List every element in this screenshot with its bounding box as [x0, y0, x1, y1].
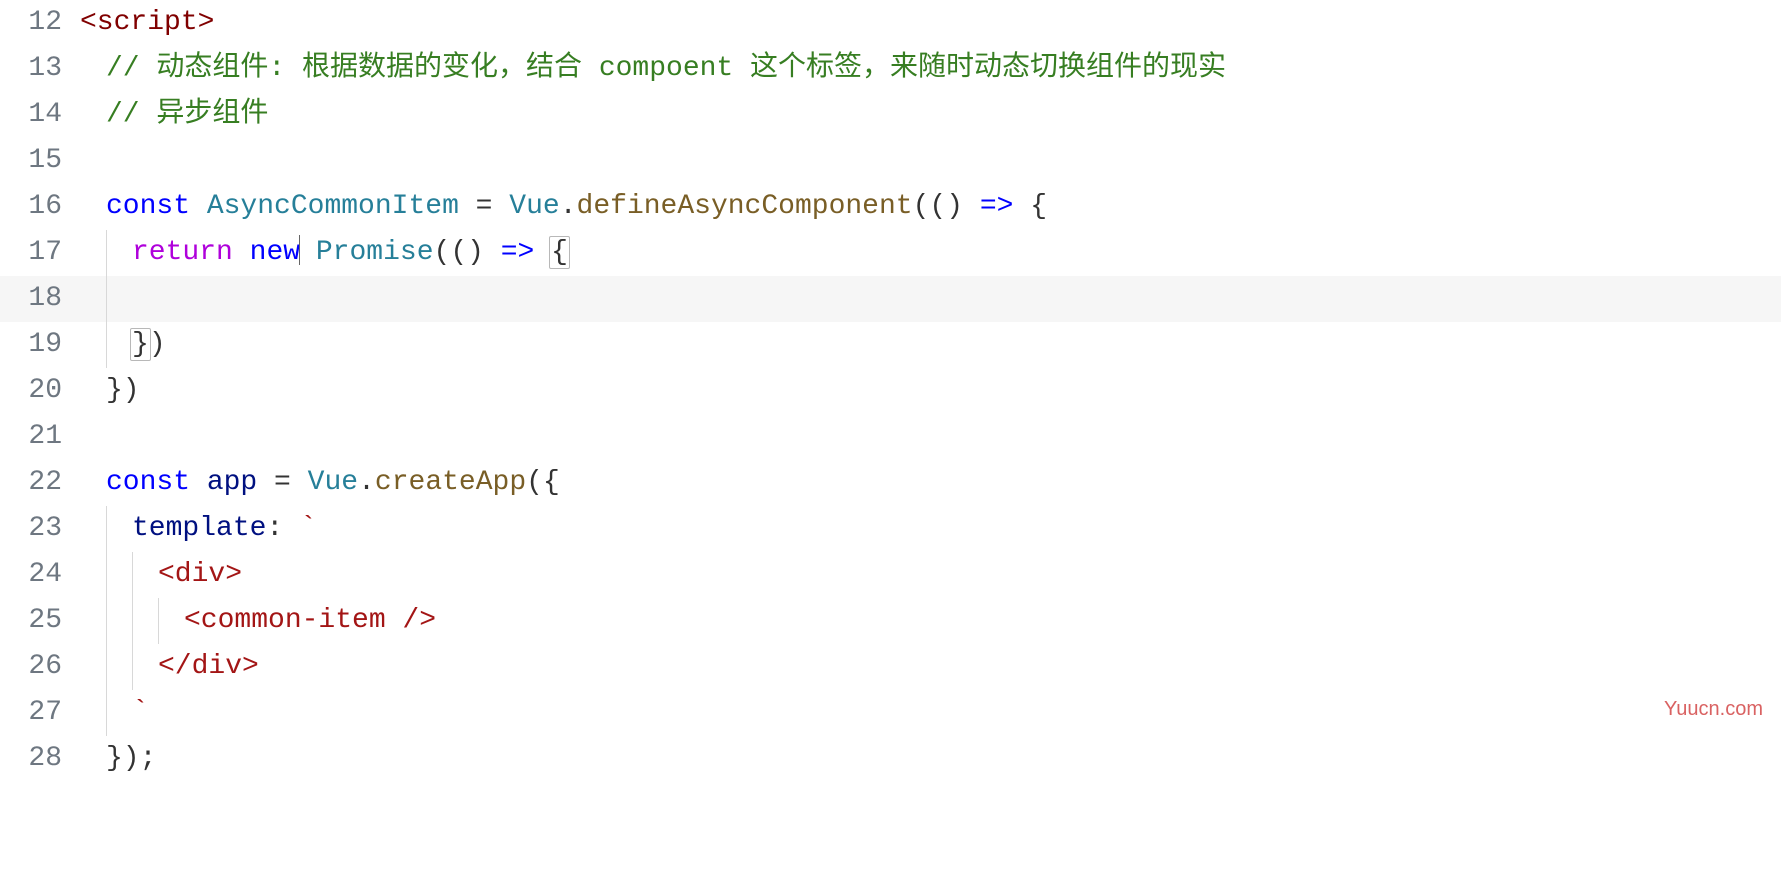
code-line[interactable]: 25 <common-item />	[0, 598, 1781, 644]
line-number: 17	[0, 230, 80, 276]
code-content[interactable]: </div>	[80, 644, 259, 690]
line-number: 28	[0, 736, 80, 782]
code-token: ()	[929, 191, 979, 222]
code-line[interactable]: 27 `	[0, 690, 1781, 736]
code-token	[190, 467, 207, 498]
code-token	[190, 191, 207, 222]
code-token: =	[257, 467, 307, 498]
code-editor[interactable]: 12<script>13 // 动态组件: 根据数据的变化，结合 compoent…	[0, 0, 1781, 782]
code-line[interactable]: 18	[0, 276, 1781, 322]
code-content[interactable]: <common-item />	[80, 598, 436, 644]
code-token: // 动态组件: 根据数据的变化，结合 compoent 这个标签，来随时动态切…	[106, 53, 1226, 84]
line-number: 23	[0, 506, 80, 552]
code-token: }	[130, 328, 151, 361]
code-content[interactable]: <script>	[80, 0, 214, 46]
code-content[interactable]: // 动态组件: 根据数据的变化，结合 compoent 这个标签，来随时动态切…	[80, 46, 1226, 92]
code-token: =>	[980, 191, 1014, 222]
code-token: })	[106, 375, 140, 406]
code-content[interactable]: const AsyncCommonItem = Vue.defineAsyncC…	[80, 184, 1047, 230]
code-content[interactable]	[80, 276, 132, 322]
code-line[interactable]: 16const AsyncCommonItem = Vue.defineAsyn…	[0, 184, 1781, 230]
line-number: 20	[0, 368, 80, 414]
code-content[interactable]: });	[80, 736, 156, 782]
code-line[interactable]: 23template: `	[0, 506, 1781, 552]
code-token: defineAsyncComponent	[577, 191, 913, 222]
code-token: <script>	[80, 7, 214, 38]
code-line[interactable]: 26 </div>	[0, 644, 1781, 690]
code-content[interactable]: const app = Vue.createApp({	[80, 460, 560, 506]
code-line[interactable]: 28});	[0, 736, 1781, 782]
code-token: template	[132, 513, 266, 544]
code-token: (	[913, 191, 930, 222]
code-token: ({	[526, 467, 560, 498]
code-token: =>	[501, 237, 535, 268]
code-line[interactable]: 13 // 动态组件: 根据数据的变化，结合 compoent 这个标签，来随时动…	[0, 46, 1781, 92]
code-line[interactable]: 14 // 异步组件	[0, 92, 1781, 138]
code-content[interactable]: `	[80, 690, 149, 736]
code-content[interactable]: })	[80, 368, 140, 414]
code-token: app	[207, 467, 257, 498]
code-token: createApp	[375, 467, 526, 498]
code-token: Vue	[308, 467, 358, 498]
code-content[interactable]: <div>	[80, 552, 242, 598]
line-number: 26	[0, 644, 80, 690]
line-number: 22	[0, 460, 80, 506]
code-token: Vue	[509, 191, 559, 222]
line-number: 15	[0, 138, 80, 184]
code-token: .	[358, 467, 375, 498]
code-content[interactable]: })	[80, 322, 166, 368]
code-content[interactable]: // 异步组件	[80, 92, 268, 138]
code-token: <common-item />	[184, 605, 436, 636]
code-token: });	[106, 743, 156, 774]
line-number: 21	[0, 414, 80, 460]
code-token: const	[106, 191, 190, 222]
code-token: {	[549, 236, 570, 269]
code-token: </div>	[158, 651, 259, 682]
line-number: 12	[0, 0, 80, 46]
code-token: Promise	[316, 237, 434, 268]
code-token: <div>	[158, 559, 242, 590]
code-line[interactable]: 22const app = Vue.createApp({	[0, 460, 1781, 506]
code-line[interactable]: 17return new Promise(() => {	[0, 230, 1781, 276]
code-token: // 异步组件	[106, 99, 268, 130]
code-token: const	[106, 467, 190, 498]
code-token: (	[434, 237, 451, 268]
code-token: ()	[450, 237, 500, 268]
watermark-label: Yuucn.com	[1664, 686, 1763, 732]
line-number: 13	[0, 46, 80, 92]
code-token: `	[300, 513, 317, 544]
code-content[interactable]: return new Promise(() => {	[80, 230, 568, 276]
code-token: )	[149, 329, 166, 360]
line-number: 25	[0, 598, 80, 644]
code-token: `	[132, 697, 149, 728]
text-cursor	[299, 235, 300, 265]
code-line[interactable]: 19})	[0, 322, 1781, 368]
code-line[interactable]: 12<script>	[0, 0, 1781, 46]
code-token: =	[459, 191, 509, 222]
code-token: .	[560, 191, 577, 222]
line-number: 16	[0, 184, 80, 230]
code-token: AsyncCommonItem	[207, 191, 459, 222]
code-token	[299, 237, 316, 268]
code-token: return	[132, 237, 233, 268]
code-content[interactable]: template: `	[80, 506, 317, 552]
line-number: 18	[0, 276, 80, 322]
code-line[interactable]: 20})	[0, 368, 1781, 414]
code-line[interactable]: 15	[0, 138, 1781, 184]
code-token	[233, 237, 250, 268]
line-number: 19	[0, 322, 80, 368]
code-token: :	[266, 513, 300, 544]
code-line[interactable]: 21	[0, 414, 1781, 460]
code-line[interactable]: 24 <div>	[0, 552, 1781, 598]
line-number: 14	[0, 92, 80, 138]
code-token: new	[250, 237, 300, 268]
line-number: 27	[0, 690, 80, 736]
code-token: {	[1013, 191, 1047, 222]
line-number: 24	[0, 552, 80, 598]
